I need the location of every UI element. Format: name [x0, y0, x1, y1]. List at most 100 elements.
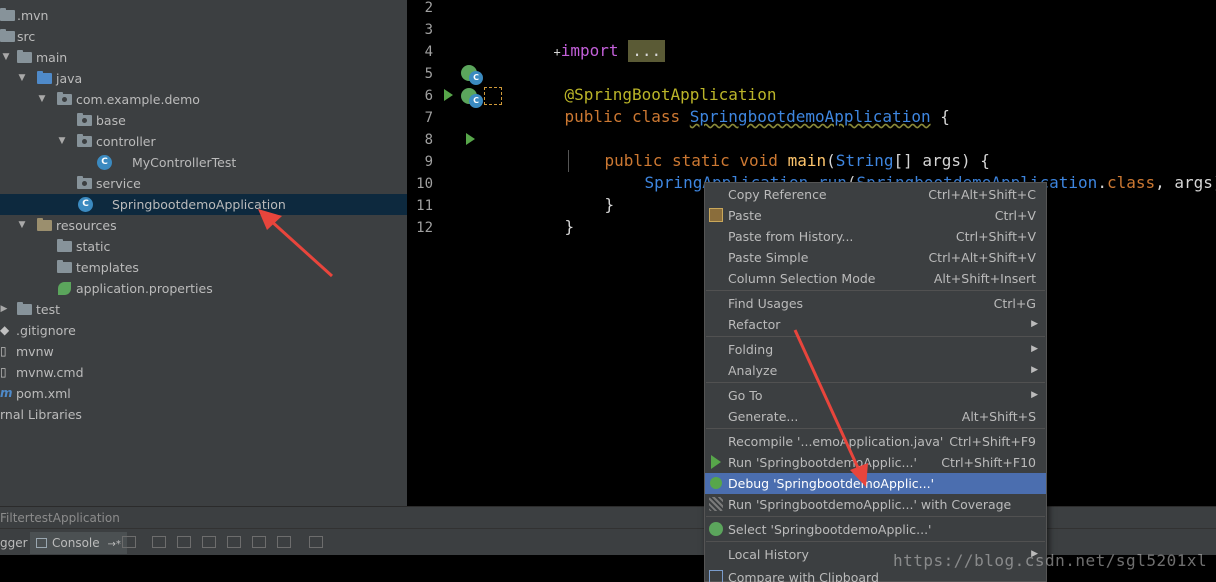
- menu-item-run[interactable]: Run 'SpringbootdemoApplic...' Ctrl+Shift+…: [705, 452, 1046, 473]
- line-number: 6: [424, 88, 433, 104]
- fold-placeholder[interactable]: ...: [628, 40, 666, 62]
- tree-item-mvnw-cmd[interactable]: ▯ mvnw.cmd: [0, 362, 407, 383]
- menu-item-refactor[interactable]: Refactor ▶: [705, 314, 1046, 335]
- indent-guide: [568, 150, 569, 172]
- menu-item-recompile[interactable]: Recompile '...emoApplication.java' Ctrl+S…: [705, 431, 1046, 452]
- code-line-run: SpringApplication.run(SpringbootdemoAppl…: [645, 173, 1216, 192]
- tree-item-gitignore[interactable]: ◆ .gitignore: [0, 320, 407, 341]
- tree-item-label: static: [76, 239, 111, 254]
- chevron-right-icon[interactable]: ▶: [0, 299, 10, 320]
- line-number: 9: [424, 154, 433, 170]
- evaluate-icon[interactable]: [309, 536, 323, 548]
- tree-item-main[interactable]: ▼ main: [0, 47, 407, 68]
- tree-item-static[interactable]: static: [0, 236, 407, 257]
- tree-item-base[interactable]: base: [0, 110, 407, 131]
- line-number: 4: [424, 44, 433, 60]
- menu-item-debug[interactable]: Debug 'SpringbootdemoApplic...': [705, 473, 1046, 494]
- drop-frame-icon[interactable]: [252, 536, 266, 548]
- tree-item-springbootdemoapplication[interactable]: C SpringbootdemoApplication: [0, 194, 407, 215]
- menu-item-run-with-coverage[interactable]: Run 'SpringbootdemoApplic...' with Cover…: [705, 494, 1046, 515]
- tab-console[interactable]: Console →*: [30, 532, 127, 554]
- menu-item-generate[interactable]: Generate... Alt+Shift+S: [705, 406, 1046, 427]
- menu-item-analyze[interactable]: Analyze ▶: [705, 360, 1046, 381]
- line-number: 10: [416, 176, 433, 192]
- source-folder-icon: [37, 71, 52, 84]
- file-icon: ▯: [0, 344, 7, 358]
- tree-item-service[interactable]: service: [0, 173, 407, 194]
- run-icon: [711, 455, 721, 469]
- chevron-down-icon[interactable]: ▼: [56, 131, 68, 152]
- line-number: 8: [424, 132, 433, 148]
- console-arrow-icon: →*: [107, 539, 121, 550]
- coverage-icon: [709, 497, 723, 511]
- step-over-icon[interactable]: [152, 536, 166, 548]
- menu-item-select[interactable]: Select 'SpringbootdemoApplic...': [705, 519, 1046, 540]
- tab-debugger[interactable]: gger: [0, 532, 28, 554]
- tree-item-mycontrollertest[interactable]: C MyControllerTest: [0, 152, 407, 173]
- tree-item-mvn[interactable]: .mvn: [0, 5, 407, 26]
- folder-icon: [57, 239, 72, 252]
- context-menu: Copy Reference Ctrl+Alt+Shift+C Paste Ctrl…: [704, 182, 1047, 582]
- folder-icon: [57, 260, 72, 273]
- menu-item-paste-simple[interactable]: Paste Simple Ctrl+Alt+Shift+V: [705, 247, 1046, 268]
- tree-item-mvnw[interactable]: ▯ mvnw: [0, 341, 407, 362]
- tree-item-controller[interactable]: ▼ controller: [0, 131, 407, 152]
- tree-item-package-demo[interactable]: ▼ com.example.demo: [0, 89, 407, 110]
- tree-item-templates[interactable]: templates: [0, 257, 407, 278]
- tree-item-label: test: [36, 302, 61, 317]
- step-into-icon[interactable]: [177, 536, 191, 548]
- chevron-down-icon[interactable]: ▼: [16, 68, 28, 89]
- menu-item-find-usages[interactable]: Find Usages Ctrl+G: [705, 293, 1046, 314]
- menu-separator: [706, 290, 1045, 291]
- run-gutter-icon[interactable]: [466, 133, 475, 145]
- spring-boot-class-icon: C: [78, 197, 93, 212]
- line-number: 3: [424, 22, 433, 38]
- line-number: 7: [424, 110, 433, 126]
- menu-item-paste-from-history[interactable]: Paste from History... Ctrl+Shift+V: [705, 226, 1046, 247]
- chevron-down-icon[interactable]: ▼: [36, 89, 48, 110]
- project-tree: .mvn src ▼ main ▼ java ▼ com.example.dem…: [0, 0, 407, 506]
- step-out-icon[interactable]: [227, 536, 241, 548]
- menu-item-folding[interactable]: Folding ▶: [705, 339, 1046, 360]
- spring-config-icon[interactable]: [484, 87, 502, 105]
- show-execution-point-icon[interactable]: [122, 536, 136, 548]
- resources-folder-icon: [37, 218, 52, 231]
- tree-item-test[interactable]: ▶ test: [0, 299, 407, 320]
- compare-icon: [709, 570, 723, 582]
- run-to-cursor-icon[interactable]: [277, 536, 291, 548]
- debug-icon: [710, 477, 722, 489]
- tree-item-external-libraries[interactable]: rnal Libraries: [0, 404, 407, 425]
- tree-item-pom-xml[interactable]: m pom.xml: [0, 383, 407, 404]
- submenu-arrow-icon: ▶: [1031, 390, 1038, 400]
- tab-console-label: Console: [52, 536, 100, 550]
- spring-leaf-icon: [58, 282, 71, 295]
- class-icon: C: [469, 94, 483, 108]
- submenu-arrow-icon: ▶: [1031, 319, 1038, 329]
- chevron-down-icon[interactable]: ▼: [0, 47, 12, 68]
- code-line-close-class: }: [564, 217, 575, 236]
- tree-item-label: resources: [56, 218, 117, 233]
- menu-item-copy-reference[interactable]: Copy Reference Ctrl+Alt+Shift+C: [705, 184, 1046, 205]
- console-icon: [36, 538, 47, 548]
- tree-item-label: templates: [76, 260, 139, 275]
- menu-item-go-to[interactable]: Go To ▶: [705, 385, 1046, 406]
- menu-separator: [706, 428, 1045, 429]
- tree-item-label: com.example.demo: [76, 92, 200, 107]
- chevron-down-icon[interactable]: ▼: [16, 215, 28, 236]
- tree-item-java[interactable]: ▼ java: [0, 68, 407, 89]
- menu-item-column-selection-mode[interactable]: Column Selection Mode Alt+Shift+Insert: [705, 268, 1046, 289]
- package-icon: [57, 92, 72, 105]
- tree-item-label: main: [36, 50, 68, 65]
- tree-item-src[interactable]: src: [0, 26, 407, 47]
- folder-icon: [17, 302, 32, 315]
- menu-item-paste[interactable]: Paste Ctrl+V: [705, 205, 1046, 226]
- force-step-into-icon[interactable]: [202, 536, 216, 548]
- package-icon: [77, 176, 92, 189]
- run-gutter-icon[interactable]: [444, 89, 453, 101]
- submenu-arrow-icon: ▶: [1031, 344, 1038, 354]
- tree-item-application-properties[interactable]: application.properties: [0, 278, 407, 299]
- tree-item-label: java: [56, 71, 83, 86]
- tree-item-resources[interactable]: ▼ resources: [0, 215, 407, 236]
- class-icon: C: [97, 155, 112, 170]
- code-line-import: +import ...: [515, 18, 666, 62]
